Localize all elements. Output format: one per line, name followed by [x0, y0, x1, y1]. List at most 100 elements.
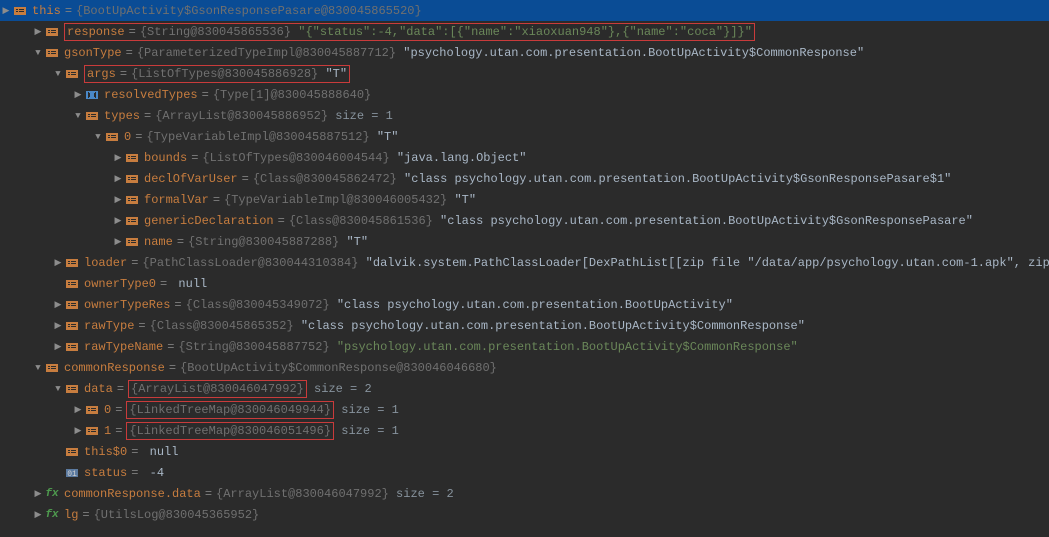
equals-sign: = — [140, 109, 155, 123]
collapse-icon[interactable]: ▼ — [32, 363, 44, 373]
tree-row[interactable]: ▼ 0={TypeVariableImpl@830045887512} "T" — [0, 126, 1049, 147]
tree-row[interactable]: ▶genericDeclaration={Class@830045861536}… — [0, 210, 1049, 231]
value: "class psychology.utan.com.presentation.… — [330, 298, 733, 312]
row-content: this$0= null — [84, 445, 178, 459]
equals-sign: = — [201, 487, 216, 501]
tree-row[interactable]: ▶fxcommonResponse.data={ArrayList@830046… — [0, 483, 1049, 504]
field-icon — [64, 318, 80, 334]
tree-row[interactable]: ▶ response={String@830045865536} "{"statu… — [0, 21, 1049, 42]
tree-row[interactable]: 01status= -4 — [0, 462, 1049, 483]
collapse-icon[interactable]: ▼ — [52, 69, 64, 79]
expand-icon[interactable]: ▶ — [32, 510, 44, 520]
field-icon — [64, 381, 80, 397]
expand-icon[interactable]: ▶ — [112, 216, 124, 226]
field-icon — [64, 276, 80, 292]
tree-row[interactable]: ▶0={LinkedTreeMap@830046049944} size = 1 — [0, 399, 1049, 420]
expand-icon[interactable]: ▶ — [112, 153, 124, 163]
expand-icon[interactable]: ▶ — [52, 321, 64, 331]
field-name: gsonType — [64, 46, 122, 60]
collapse-icon[interactable]: ▼ — [32, 48, 44, 58]
field-name: args — [87, 67, 116, 81]
tree-row[interactable]: ▼commonResponse={BootUpActivity$CommonRe… — [0, 357, 1049, 378]
collection-size: size = 2 — [389, 487, 454, 501]
expand-icon[interactable]: ▶ — [52, 342, 64, 352]
equals-sign: = — [122, 46, 137, 60]
runtime-type: {ListOfTypes@830045886928} — [131, 67, 318, 81]
expand-icon[interactable]: ▶ — [52, 258, 64, 268]
field-icon — [44, 24, 60, 40]
value: "T" — [370, 130, 399, 144]
equals-sign: = — [61, 4, 76, 18]
tree-row[interactable]: ▶loader={PathClassLoader@830044310384} "… — [0, 252, 1049, 273]
value: null — [171, 277, 207, 291]
expand-icon[interactable]: ▶ — [32, 489, 44, 499]
string-value: "{"status":-4,"data":[{"name":"xiaoxuan9… — [291, 25, 752, 39]
tree-row[interactable]: ▶ resolvedTypes={Type[1]@830045888640} — [0, 84, 1049, 105]
equals-sign: = — [125, 25, 140, 39]
expand-icon[interactable]: ▶ — [112, 174, 124, 184]
tree-row[interactable]: ▶ 1={LinkedTreeMap@830046051496} size = 1 — [0, 420, 1049, 441]
expand-icon[interactable]: ▶ — [72, 426, 84, 436]
tree-row[interactable]: this$0= null — [0, 441, 1049, 462]
svg-text:01: 01 — [67, 470, 77, 479]
equals-sign: = — [187, 151, 202, 165]
collection-size: size = 1 — [334, 403, 399, 417]
row-content: this={BootUpActivity$GsonResponsePasare@… — [32, 4, 422, 18]
collapse-icon[interactable]: ▼ — [52, 384, 64, 394]
expand-icon[interactable]: ▶ — [72, 90, 84, 100]
runtime-type: {LinkedTreeMap@830046051496} — [129, 424, 331, 438]
tree-row[interactable]: ▶ this={BootUpActivity$GsonResponsePasare… — [0, 0, 1049, 21]
expand-icon[interactable]: ▶ — [112, 237, 124, 247]
tree-row[interactable]: ▶rawType={Class@830045865352} "class psy… — [0, 315, 1049, 336]
expand-icon[interactable]: ▶ — [52, 300, 64, 310]
runtime-type: {UtilsLog@830045365952} — [94, 508, 260, 522]
highlight-box: response={String@830045865536} "{"status… — [64, 23, 755, 41]
field-name: rawType — [84, 319, 134, 333]
tree-row[interactable]: ▼data={ArrayList@830046047992} size = 2 — [0, 378, 1049, 399]
runtime-type: {String@830045865536} — [140, 25, 291, 39]
collapse-icon[interactable]: ▼ — [72, 111, 84, 121]
field-name: resolvedTypes — [104, 88, 198, 102]
field-icon — [84, 423, 100, 439]
expand-icon[interactable]: ▶ — [72, 405, 84, 415]
arr-icon — [84, 87, 100, 103]
runtime-type: {TypeVariableImpl@830046005432} — [224, 193, 447, 207]
variables-tree[interactable]: ▶ this={BootUpActivity$GsonResponsePasare… — [0, 0, 1049, 525]
runtime-type: {ListOfTypes@830046004544} — [202, 151, 389, 165]
tree-row[interactable]: ownerType0= null — [0, 273, 1049, 294]
equals-sign: = — [165, 361, 180, 375]
value: null — [142, 445, 178, 459]
field-icon — [44, 360, 60, 376]
tree-row[interactable]: ▼ gsonType={ParameterizedTypeImpl@8300458… — [0, 42, 1049, 63]
equals-sign: = — [131, 130, 146, 144]
field-name: this — [32, 4, 61, 18]
expand-icon[interactable]: ▶ — [112, 195, 124, 205]
equals-sign: = — [127, 256, 142, 270]
expand-icon[interactable]: ▶ — [32, 27, 44, 37]
expand-icon[interactable]: ▶ — [0, 6, 12, 16]
tree-row[interactable]: ▼types={ArrayList@830045886952} size = 1 — [0, 105, 1049, 126]
row-content: formalVar={TypeVariableImpl@830046005432… — [144, 193, 476, 207]
tree-row[interactable]: ▶ name={String@830045887288} "T" — [0, 231, 1049, 252]
tree-row[interactable]: ▶fxlg={UtilsLog@830045365952} — [0, 504, 1049, 525]
field-icon — [124, 234, 140, 250]
tree-row[interactable]: ▶rawTypeName={String@830045887752} "psyc… — [0, 336, 1049, 357]
runtime-type: {Type[1]@830045888640} — [213, 88, 371, 102]
row-content: name={String@830045887288} "T" — [144, 235, 368, 249]
field-icon — [84, 402, 100, 418]
field-name: ownerTypeRes — [84, 298, 170, 312]
field-icon — [64, 297, 80, 313]
equals-sign: = — [198, 88, 213, 102]
row-content: 0={TypeVariableImpl@830045887512} "T" — [124, 130, 398, 144]
tree-row[interactable]: ▶ownerTypeRes={Class@830045349072} "clas… — [0, 294, 1049, 315]
row-content: 1={LinkedTreeMap@830046051496} size = 1 — [104, 422, 399, 440]
tree-row[interactable]: ▶declOfVarUser={Class@830045862472} "cla… — [0, 168, 1049, 189]
field-name: commonResponse.data — [64, 487, 201, 501]
tree-row[interactable]: ▶bounds={ListOfTypes@830046004544} "java… — [0, 147, 1049, 168]
row-content: ownerType0= null — [84, 277, 207, 291]
runtime-type: {ParameterizedTypeImpl@830045887712} — [137, 46, 396, 60]
collapse-icon[interactable]: ▼ — [92, 132, 104, 142]
tree-row[interactable]: ▼args={ListOfTypes@830045886928} "T" — [0, 63, 1049, 84]
tree-row[interactable]: ▶ formalVar={TypeVariableImpl@83004600543… — [0, 189, 1049, 210]
field-name: this$0 — [84, 445, 127, 459]
